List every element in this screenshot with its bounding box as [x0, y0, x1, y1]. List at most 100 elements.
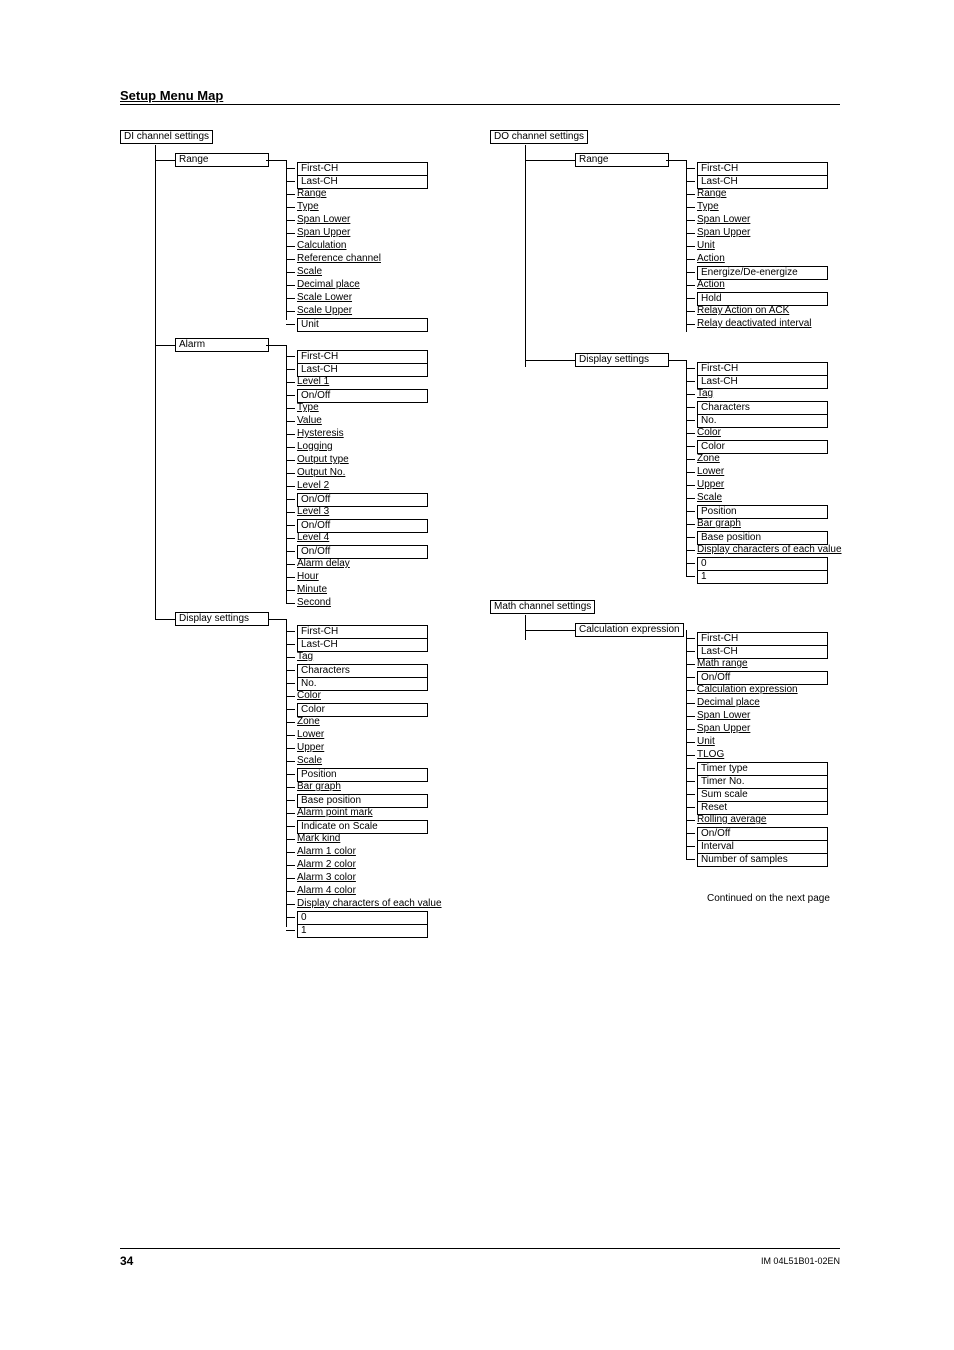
di-range-node: Range	[175, 153, 269, 167]
menu-item: Action	[697, 253, 725, 265]
menu-item: Hysteresis	[297, 428, 344, 440]
math-root: Math channel settings	[490, 600, 595, 614]
menu-item: Rolling average	[697, 814, 767, 826]
menu-item: Range	[697, 188, 726, 200]
menu-item: On/Off	[297, 519, 428, 533]
menu-item: Scale	[697, 492, 722, 504]
menu-item: First-CH	[297, 162, 428, 176]
menu-item: Span Upper	[297, 227, 350, 239]
menu-item: Scale	[297, 266, 322, 278]
menu-item: 0	[297, 911, 428, 925]
menu-item: Action	[697, 279, 725, 291]
menu-item: 1	[297, 924, 428, 938]
menu-item: Sum scale	[697, 788, 828, 802]
di-root: DI channel settings	[120, 130, 213, 144]
menu-item: Type	[697, 201, 719, 213]
menu-item: Position	[297, 768, 428, 782]
menu-item: Timer type	[697, 762, 828, 776]
menu-item: Second	[297, 597, 331, 609]
menu-item: Color	[697, 440, 828, 454]
menu-item: Alarm delay	[297, 558, 350, 570]
menu-item: No.	[297, 677, 428, 691]
menu-item: Unit	[697, 240, 715, 252]
menu-item: Output No.	[297, 467, 345, 479]
menu-item: Base position	[697, 531, 828, 545]
menu-item: 0	[697, 557, 828, 571]
menu-item: Last-CH	[697, 375, 828, 389]
menu-item: Number of samples	[697, 853, 828, 867]
menu-item: First-CH	[697, 632, 828, 646]
menu-item: Color	[297, 703, 428, 717]
menu-item: First-CH	[297, 350, 428, 364]
do-range-node: Range	[575, 153, 669, 167]
menu-item: Timer No.	[697, 775, 828, 789]
menu-item: Color	[697, 427, 721, 439]
menu-item: Display characters of each value	[697, 544, 842, 556]
menu-item: Color	[297, 690, 321, 702]
math-calc-node: Calculation expression	[575, 623, 684, 637]
menu-item: Relay Action on ACK	[697, 305, 789, 317]
menu-item: Level 3	[297, 506, 329, 518]
menu-item: Characters	[297, 664, 428, 678]
menu-item: Logging	[297, 441, 333, 453]
menu-item: Reset	[697, 801, 828, 815]
menu-item: Zone	[697, 453, 720, 465]
menu-item: Scale Lower	[297, 292, 352, 304]
menu-item: No.	[697, 414, 828, 428]
menu-item: Alarm 2 color	[297, 859, 356, 871]
menu-item: Characters	[697, 401, 828, 415]
menu-item: Range	[297, 188, 326, 200]
menu-item: Alarm 1 color	[297, 846, 356, 858]
menu-item: Math range	[697, 658, 748, 670]
menu-item: Calculation expression	[697, 684, 798, 696]
menu-item: Lower	[697, 466, 724, 478]
menu-item: On/Off	[297, 389, 428, 403]
menu-item: On/Off	[697, 671, 828, 685]
menu-item: Hour	[297, 571, 319, 583]
menu-item: Type	[297, 402, 319, 414]
menu-item: Mark kind	[297, 833, 340, 845]
menu-item: On/Off	[697, 827, 828, 841]
menu-item: Unit	[297, 318, 428, 332]
menu-item: Tag	[297, 651, 313, 663]
menu-item: Display characters of each value	[297, 898, 442, 910]
menu-item: Span Upper	[697, 723, 750, 735]
menu-item: Level 1	[297, 376, 329, 388]
menu-item: Type	[297, 201, 319, 213]
menu-item: Last-CH	[297, 175, 428, 189]
menu-item: Upper	[297, 742, 324, 754]
do-display-node: Display settings	[575, 353, 669, 367]
menu-item: Span Upper	[697, 227, 750, 239]
page-number: 34	[120, 1254, 133, 1268]
menu-item: Last-CH	[297, 363, 428, 377]
menu-item: Zone	[297, 716, 320, 728]
do-root: DO channel settings	[490, 130, 588, 144]
menu-item: Position	[697, 505, 828, 519]
menu-item: Level 4	[297, 532, 329, 544]
menu-item: Energize/De-energize	[697, 266, 828, 280]
menu-item: Output type	[297, 454, 349, 466]
menu-item: Last-CH	[697, 645, 828, 659]
menu-item: First-CH	[297, 625, 428, 639]
menu-item: Span Lower	[297, 214, 350, 226]
menu-item: Value	[297, 415, 322, 427]
menu-item: Reference channel	[297, 253, 381, 265]
menu-item: Bar graph	[697, 518, 741, 530]
menu-item: 1	[697, 570, 828, 584]
menu-item: Unit	[697, 736, 715, 748]
menu-item: First-CH	[697, 162, 828, 176]
menu-item: TLOG	[697, 749, 724, 761]
menu-item: Indicate on Scale	[297, 820, 428, 834]
continued-note: Continued on the next page	[707, 893, 830, 904]
menu-item: Scale Upper	[297, 305, 352, 317]
menu-item: Decimal place	[297, 279, 360, 291]
menu-item: First-CH	[697, 362, 828, 376]
di-display-node: Display settings	[175, 612, 269, 626]
menu-item: Level 2	[297, 480, 329, 492]
doc-id: IM 04L51B01-02EN	[761, 1256, 840, 1266]
menu-item: Alarm point mark	[297, 807, 373, 819]
menu-item: Interval	[697, 840, 828, 854]
menu-item: Bar graph	[297, 781, 341, 793]
menu-item: On/Off	[297, 493, 428, 507]
menu-item: On/Off	[297, 545, 428, 559]
